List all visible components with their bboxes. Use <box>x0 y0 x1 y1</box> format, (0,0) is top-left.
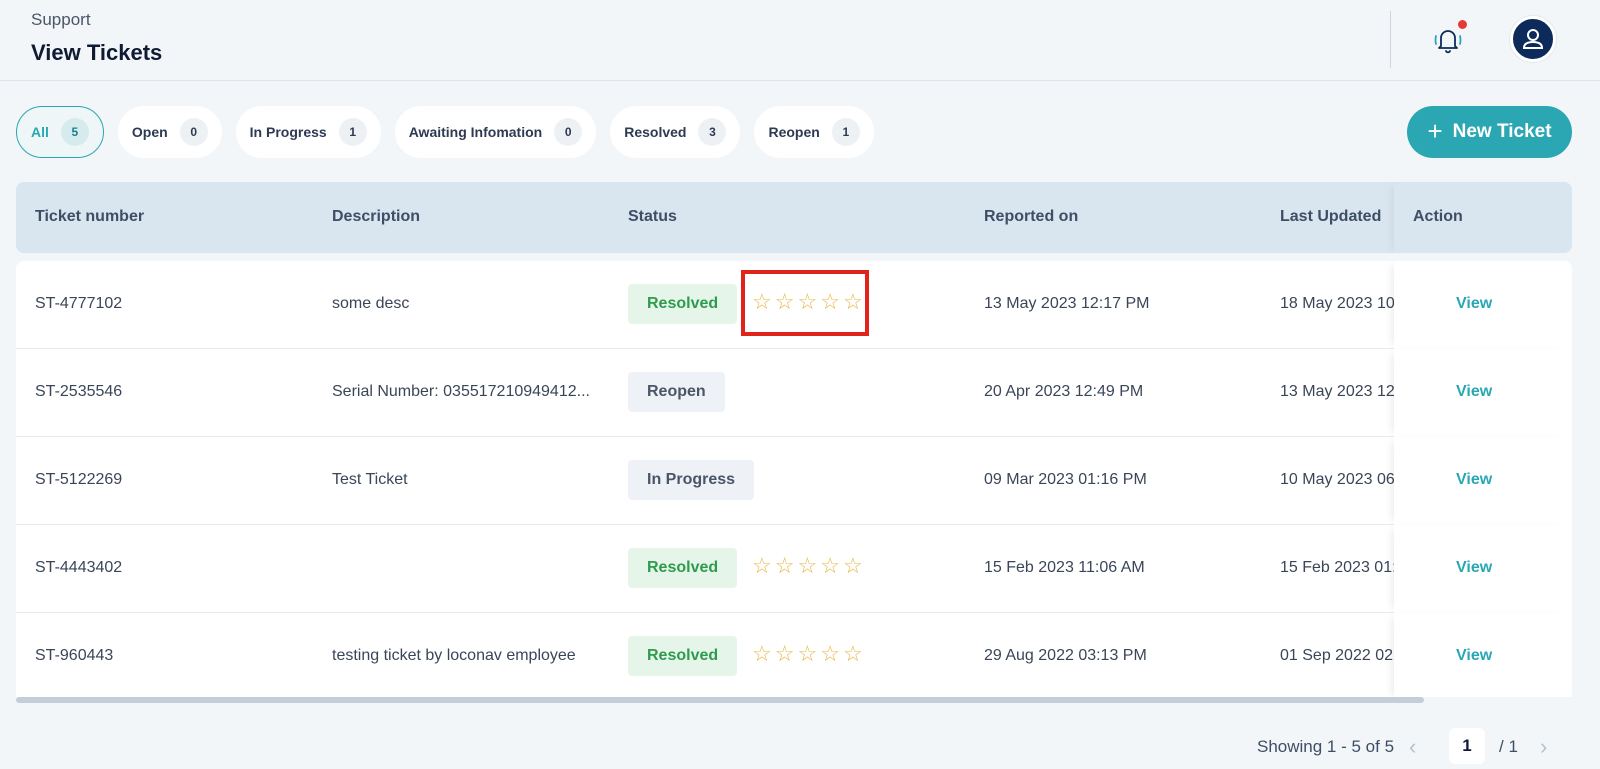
chevron-right-icon[interactable]: › <box>1540 734 1547 760</box>
ticket-description: Test Ticket <box>332 471 408 488</box>
table-row[interactable]: ST-2535546 Serial Number: 03551721094941… <box>16 349 1572 437</box>
ticket-number: ST-4443402 <box>35 559 123 576</box>
filter-chip-resolved[interactable]: Resolved 3 <box>610 106 741 158</box>
filter-chip-reopen[interactable]: Reopen 1 <box>754 106 874 158</box>
star-outline-icon[interactable]: ☆ <box>843 641 863 667</box>
filter-chip-open[interactable]: Open 0 <box>117 106 222 158</box>
ticket-number: ST-960443 <box>35 647 114 664</box>
status-badge: Resolved <box>628 636 738 676</box>
table-row[interactable]: ST-960443 testing ticket by loconav empl… <box>16 613 1572 697</box>
ticket-description: some desc <box>332 295 410 312</box>
action-cell: View <box>1394 613 1572 697</box>
reported-on: 20 Apr 2023 12:49 PM <box>984 383 1144 400</box>
page-title: View Tickets <box>31 40 163 65</box>
column-header-description[interactable]: Description <box>332 208 420 226</box>
filter-chip-count: 3 <box>698 118 727 146</box>
star-outline-icon[interactable]: ☆ <box>775 553 795 579</box>
ticket-number: ST-2535546 <box>35 383 123 400</box>
filter-chip-awaiting-information[interactable]: Awaiting Infomation 0 <box>394 106 597 158</box>
column-header-action: Action <box>1413 208 1463 225</box>
action-cell: View <box>1394 525 1572 613</box>
action-cell: View <box>1394 261 1572 349</box>
reported-on: 15 Feb 2023 11:06 AM <box>984 559 1145 576</box>
filter-chip-label: Resolved <box>624 124 687 140</box>
page-header: Support View Tickets <box>0 0 1600 81</box>
table-header: Ticket number Description Status Reporte… <box>16 182 1572 253</box>
last-updated: 18 May 2023 10 <box>1280 295 1395 312</box>
column-header-reported-on[interactable]: Reported on <box>984 208 1078 226</box>
user-icon <box>1522 29 1544 49</box>
star-outline-icon[interactable]: ☆ <box>752 641 772 667</box>
column-header-ticket-number[interactable]: Ticket number <box>35 208 144 226</box>
filter-chip-count: 0 <box>554 118 583 146</box>
filter-chip-label: Reopen <box>768 124 820 140</box>
star-outline-icon[interactable]: ☆ <box>797 553 817 579</box>
ticket-description: testing ticket by loconav employee <box>332 647 576 664</box>
status-badge: In Progress <box>628 460 755 500</box>
filter-chip-count: 5 <box>60 118 89 146</box>
filter-chip-label: In Progress <box>249 124 327 140</box>
reported-on: 29 Aug 2022 03:13 PM <box>984 647 1147 664</box>
column-header-last-updated[interactable]: Last Updated <box>1280 208 1381 226</box>
filter-chip-label: Awaiting Infomation <box>408 124 543 140</box>
filter-chip-all[interactable]: All 5 <box>16 106 104 158</box>
last-updated: 15 Feb 2023 01: <box>1280 559 1397 576</box>
header-divider <box>1390 11 1391 68</box>
filter-chip-count: 0 <box>179 118 208 146</box>
pagination-info: Showing 1 - 5 of 5 <box>1257 737 1395 756</box>
chevron-left-icon[interactable]: ‹ <box>1409 734 1416 760</box>
notification-dot <box>1458 20 1467 29</box>
pagination-total: / 1 <box>1499 737 1518 756</box>
star-outline-icon[interactable]: ☆ <box>752 553 772 579</box>
current-page-input[interactable]: 1 <box>1449 728 1485 764</box>
star-outline-icon[interactable]: ☆ <box>820 553 840 579</box>
action-cell: View <box>1394 349 1572 437</box>
last-updated: 01 Sep 2022 02 <box>1280 647 1393 664</box>
highlight-box <box>741 270 869 336</box>
ticket-description: Serial Number: 035517210949412... <box>332 383 590 400</box>
filter-chip-label: Open <box>131 124 168 140</box>
action-column-header-bg: Action <box>1394 182 1572 253</box>
status-filter-chips: All 5 Open 0 In Progress 1 Awaiting Info… <box>16 106 874 158</box>
view-ticket-link[interactable]: View <box>1456 295 1492 313</box>
reported-on: 09 Mar 2023 01:16 PM <box>984 471 1147 488</box>
status-badge: Reopen <box>628 372 725 412</box>
star-outline-icon[interactable]: ☆ <box>843 553 863 579</box>
status-badge: Resolved <box>628 548 738 588</box>
table-row[interactable]: ST-4443402 Resolved ☆ ☆ ☆ ☆ ☆ 15 Feb 202… <box>16 525 1572 613</box>
column-header-status[interactable]: Status <box>628 208 677 226</box>
status-badge: Resolved <box>628 284 738 324</box>
last-updated: 13 May 2023 12: <box>1280 383 1400 400</box>
filter-chip-count: 1 <box>338 118 367 146</box>
star-outline-icon[interactable]: ☆ <box>820 641 840 667</box>
new-ticket-button[interactable]: + New Ticket <box>1407 106 1572 158</box>
star-outline-icon[interactable]: ☆ <box>775 641 795 667</box>
last-updated: 10 May 2023 06 <box>1280 471 1395 488</box>
rating-stars[interactable]: ☆ ☆ ☆ ☆ ☆ <box>752 641 863 667</box>
plus-icon: + <box>1427 116 1443 146</box>
new-ticket-label: New Ticket <box>1452 121 1552 142</box>
horizontal-scrollbar[interactable] <box>16 697 1424 703</box>
table-row[interactable]: ST-5122269 Test Ticket In Progress 09 Ma… <box>16 437 1572 525</box>
filter-chip-in-progress[interactable]: In Progress 1 <box>235 106 381 158</box>
action-cell: View <box>1394 437 1572 525</box>
filter-chip-count: 1 <box>831 118 860 146</box>
avatar[interactable] <box>1510 16 1556 62</box>
view-ticket-link[interactable]: View <box>1456 647 1492 665</box>
view-ticket-link[interactable]: View <box>1456 471 1492 489</box>
rating-stars[interactable]: ☆ ☆ ☆ ☆ ☆ <box>752 553 863 579</box>
filter-chip-label: All <box>31 124 49 140</box>
star-outline-icon[interactable]: ☆ <box>797 641 817 667</box>
ticket-number: ST-4777102 <box>35 295 123 312</box>
view-ticket-link[interactable]: View <box>1456 383 1492 401</box>
ticket-number: ST-5122269 <box>35 471 123 488</box>
view-ticket-link[interactable]: View <box>1456 559 1492 577</box>
breadcrumb[interactable]: Support <box>31 10 91 30</box>
reported-on: 13 May 2023 12:17 PM <box>984 295 1150 312</box>
